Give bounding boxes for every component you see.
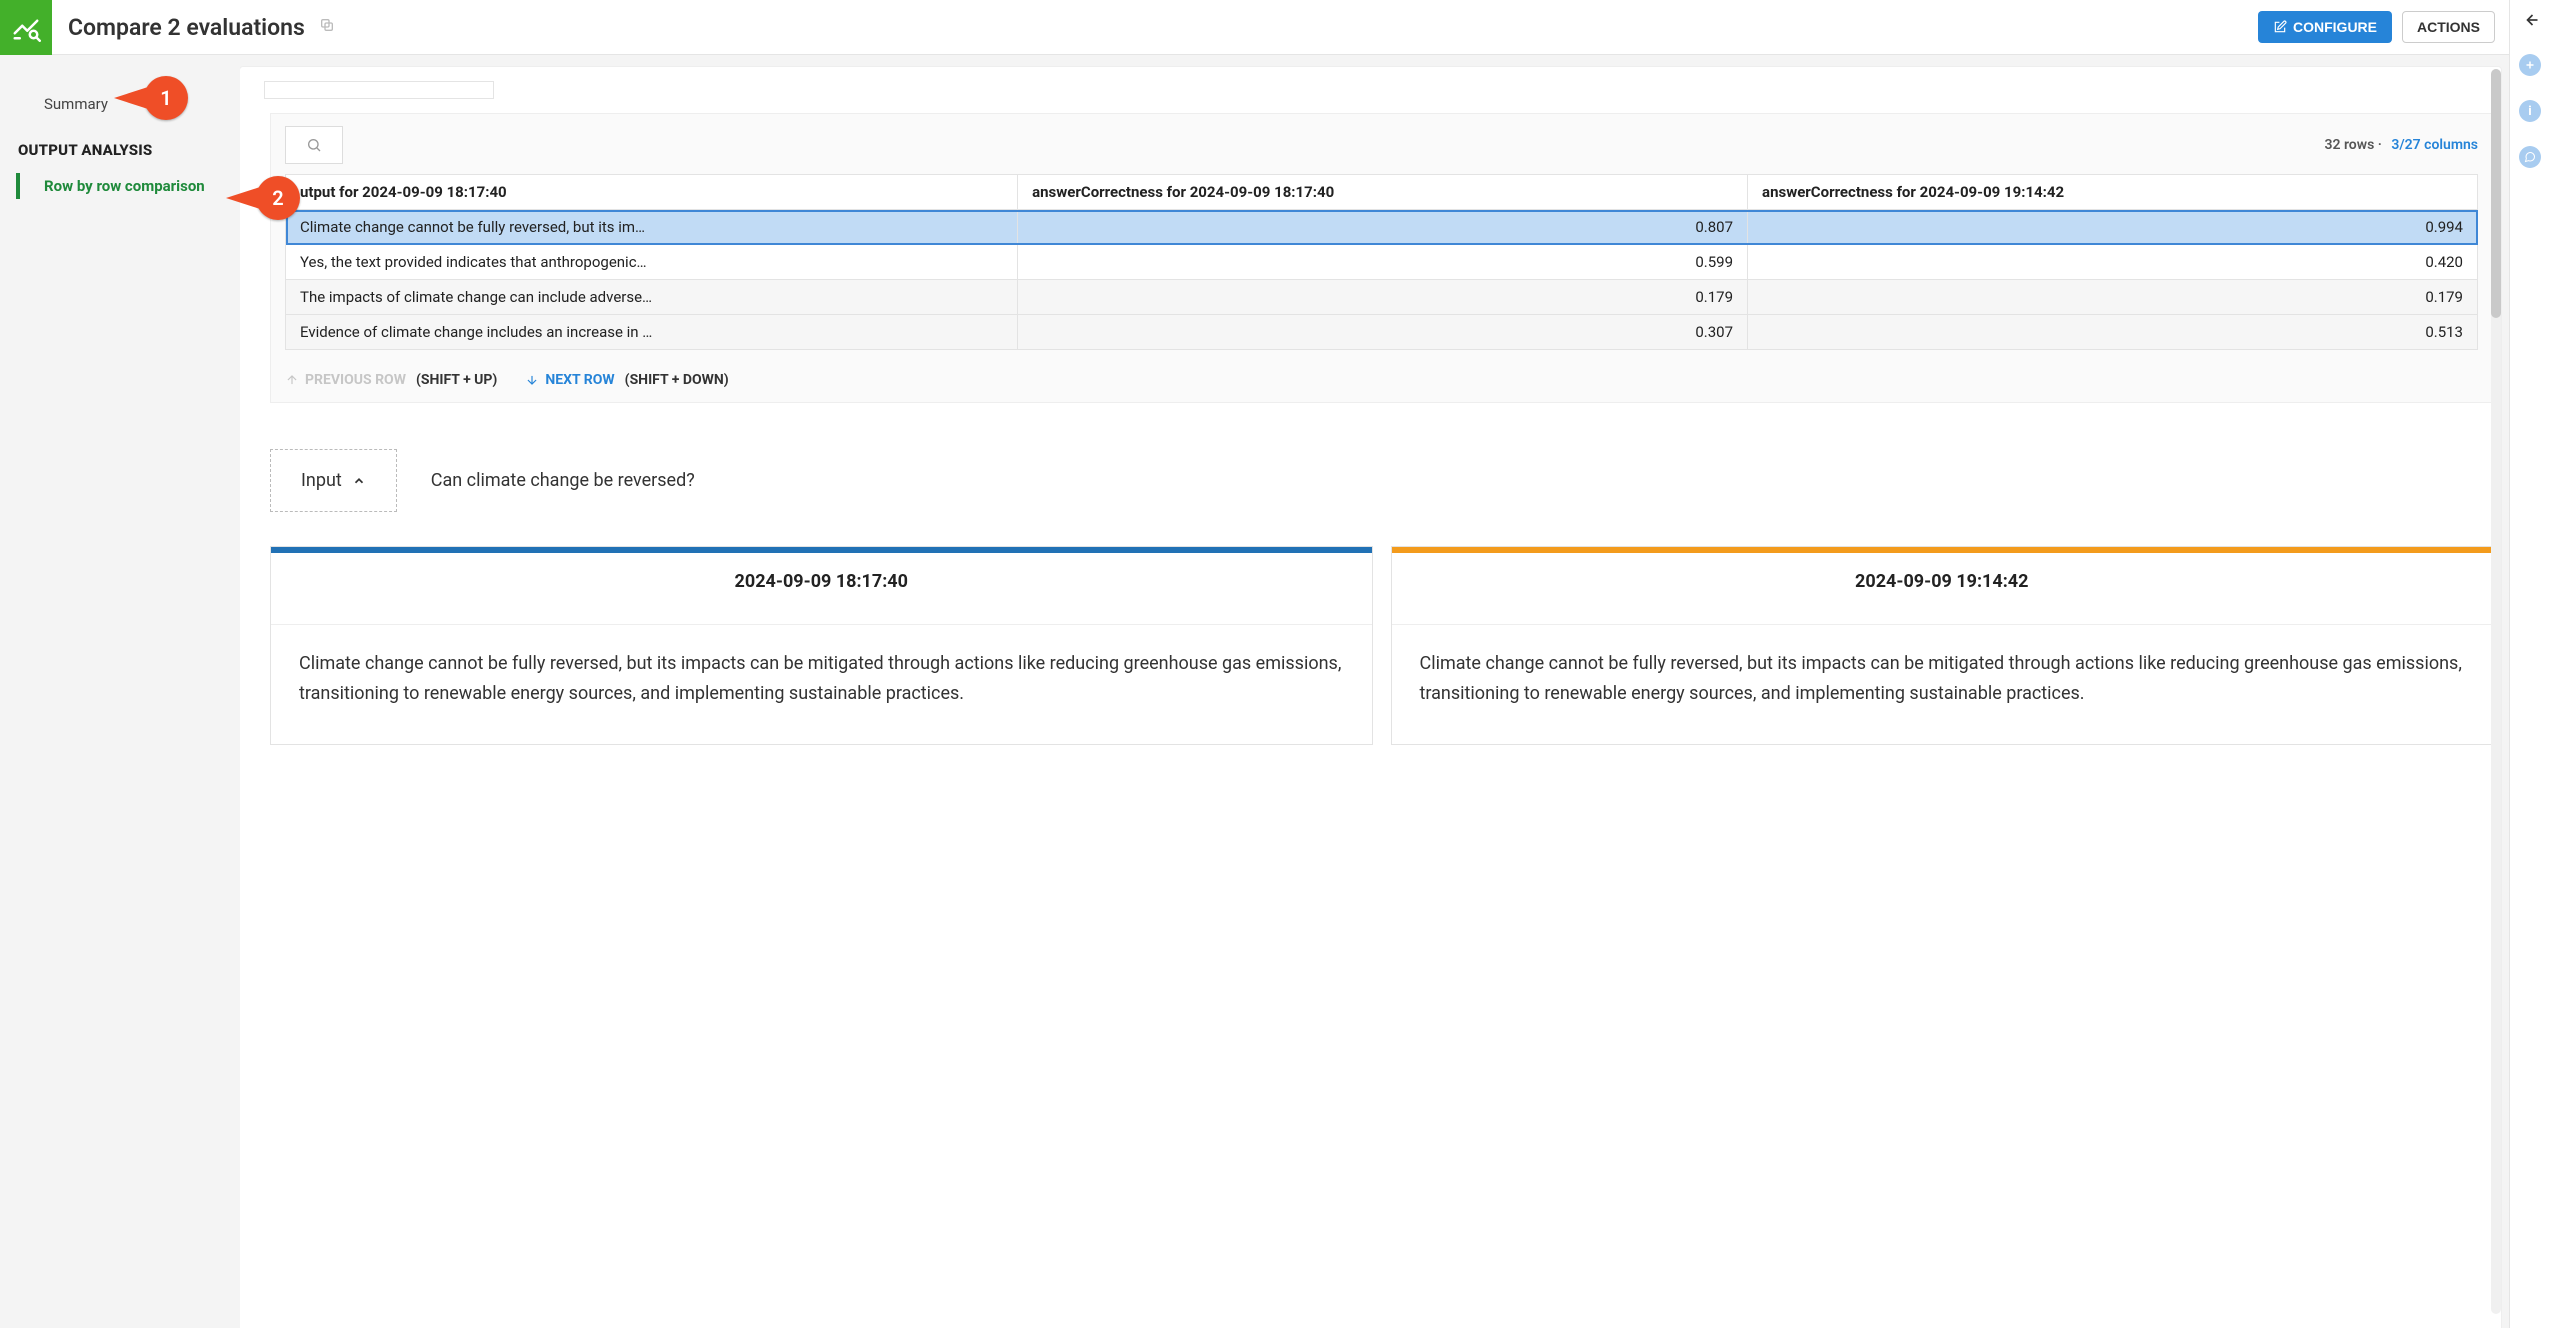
table-container: 32 rows · 3/27 columns utput for 2024-09… [270,113,2493,403]
table-meta: 32 rows · 3/27 columns [2324,137,2478,153]
col-correctness-b[interactable]: answerCorrectness for 2024-09-09 19:14:4… [1748,175,2478,210]
col-output[interactable]: utput for 2024-09-09 18:17:40 [286,175,1018,210]
columns-link[interactable]: 3/27 columns [2391,137,2478,153]
table-row[interactable]: The impacts of climate change can includ… [286,280,2478,315]
cell-score-b: 0.994 [1748,210,2478,245]
add-circle-icon[interactable] [2519,54,2541,76]
cell-output: Climate change cannot be fully reversed,… [286,210,1018,245]
cell-score-a: 0.179 [1018,280,1748,315]
actions-button[interactable]: ACTIONS [2402,11,2495,43]
table-row[interactable]: Yes, the text provided indicates that an… [286,245,2478,280]
table-search-button[interactable] [285,126,343,164]
input-question: Can climate change be reversed? [431,470,695,491]
copy-icon[interactable] [319,17,335,37]
edit-icon [2273,20,2287,34]
panel: 32 rows · 3/27 columns utput for 2024-09… [240,67,2501,1328]
cell-output: Yes, the text provided indicates that an… [286,245,1018,280]
chevron-up-icon [352,474,366,488]
sidebar-section-output-analysis: OUTPUT ANALYSIS [0,123,240,167]
table-row[interactable]: Evidence of climate change includes an i… [286,315,2478,350]
previous-row-button: PREVIOUS ROW [285,372,406,388]
previous-row-label: PREVIOUS ROW [305,372,406,388]
actions-label: ACTIONS [2417,19,2480,35]
card-timestamp: 2024-09-09 18:17:40 [271,547,1372,610]
cell-score-a: 0.599 [1018,245,1748,280]
sidebar-item-label: Row by row comparison [44,177,205,195]
annotation-marker-1: 1 [144,76,188,120]
page-title: Compare 2 evaluations [68,14,305,41]
card-timestamp: 2024-09-09 19:14:42 [1392,547,2493,610]
configure-label: CONFIGURE [2293,19,2377,35]
card-body: Climate change cannot be fully reversed,… [271,624,1372,744]
minimap-placeholder [264,81,494,99]
input-chip-label: Input [301,470,342,491]
sidebar-item-label: Summary [44,95,108,113]
input-toggle[interactable]: Input [270,449,397,512]
cell-score-a: 0.807 [1018,210,1748,245]
output-card-b: 2024-09-09 19:14:42 Climate change canno… [1391,546,2494,745]
arrow-down-icon [525,373,539,387]
next-row-label: NEXT ROW [545,372,614,388]
rows-count: 32 rows [2324,137,2374,153]
app-header: Compare 2 evaluations CONFIGURE ACTIONS [0,0,2509,55]
scrollbar-thumb[interactable] [2491,69,2501,318]
chart-analytics-icon [11,12,41,42]
comparison-table: utput for 2024-09-09 18:17:40 answerCorr… [285,174,2478,350]
input-row: Input Can climate change be reversed? [270,449,2493,512]
right-rail: i [2509,0,2550,1328]
row-nav: PREVIOUS ROW (SHIFT + UP) NEXT ROW (SHIF… [285,372,2478,388]
sidebar-item-row-comparison[interactable]: Row by row comparison [0,167,240,205]
cell-score-b: 0.420 [1748,245,2478,280]
back-arrow-icon[interactable] [2520,10,2540,30]
output-card-a: 2024-09-09 18:17:40 Climate change canno… [270,546,1373,745]
annotation-marker-2: 2 [256,176,300,220]
output-cards: 2024-09-09 18:17:40 Climate change canno… [270,546,2493,745]
card-body: Climate change cannot be fully reversed,… [1392,624,2493,744]
main-content: 32 rows · 3/27 columns utput for 2024-09… [240,55,2509,1328]
app-logo[interactable] [0,0,52,55]
chat-circle-icon[interactable] [2519,146,2541,168]
cell-score-b: 0.513 [1748,315,2478,350]
cell-score-a: 0.307 [1018,315,1748,350]
configure-button[interactable]: CONFIGURE [2258,11,2392,43]
table-row[interactable]: Climate change cannot be fully reversed,… [286,210,2478,245]
info-circle-icon[interactable]: i [2519,100,2541,122]
cell-output: Evidence of climate change includes an i… [286,315,1018,350]
next-row-hint: (SHIFT + DOWN) [625,372,729,388]
cell-output: The impacts of climate change can includ… [286,280,1018,315]
search-icon [306,137,322,153]
previous-row-hint: (SHIFT + UP) [416,372,497,388]
sidebar: Summary OUTPUT ANALYSIS Row by row compa… [0,55,240,1328]
col-correctness-a[interactable]: answerCorrectness for 2024-09-09 18:17:4… [1018,175,1748,210]
arrow-up-icon [285,373,299,387]
cell-score-b: 0.179 [1748,280,2478,315]
scrollbar[interactable] [2491,69,2501,1314]
next-row-button[interactable]: NEXT ROW [525,372,614,388]
table-header-row: utput for 2024-09-09 18:17:40 answerCorr… [286,175,2478,210]
